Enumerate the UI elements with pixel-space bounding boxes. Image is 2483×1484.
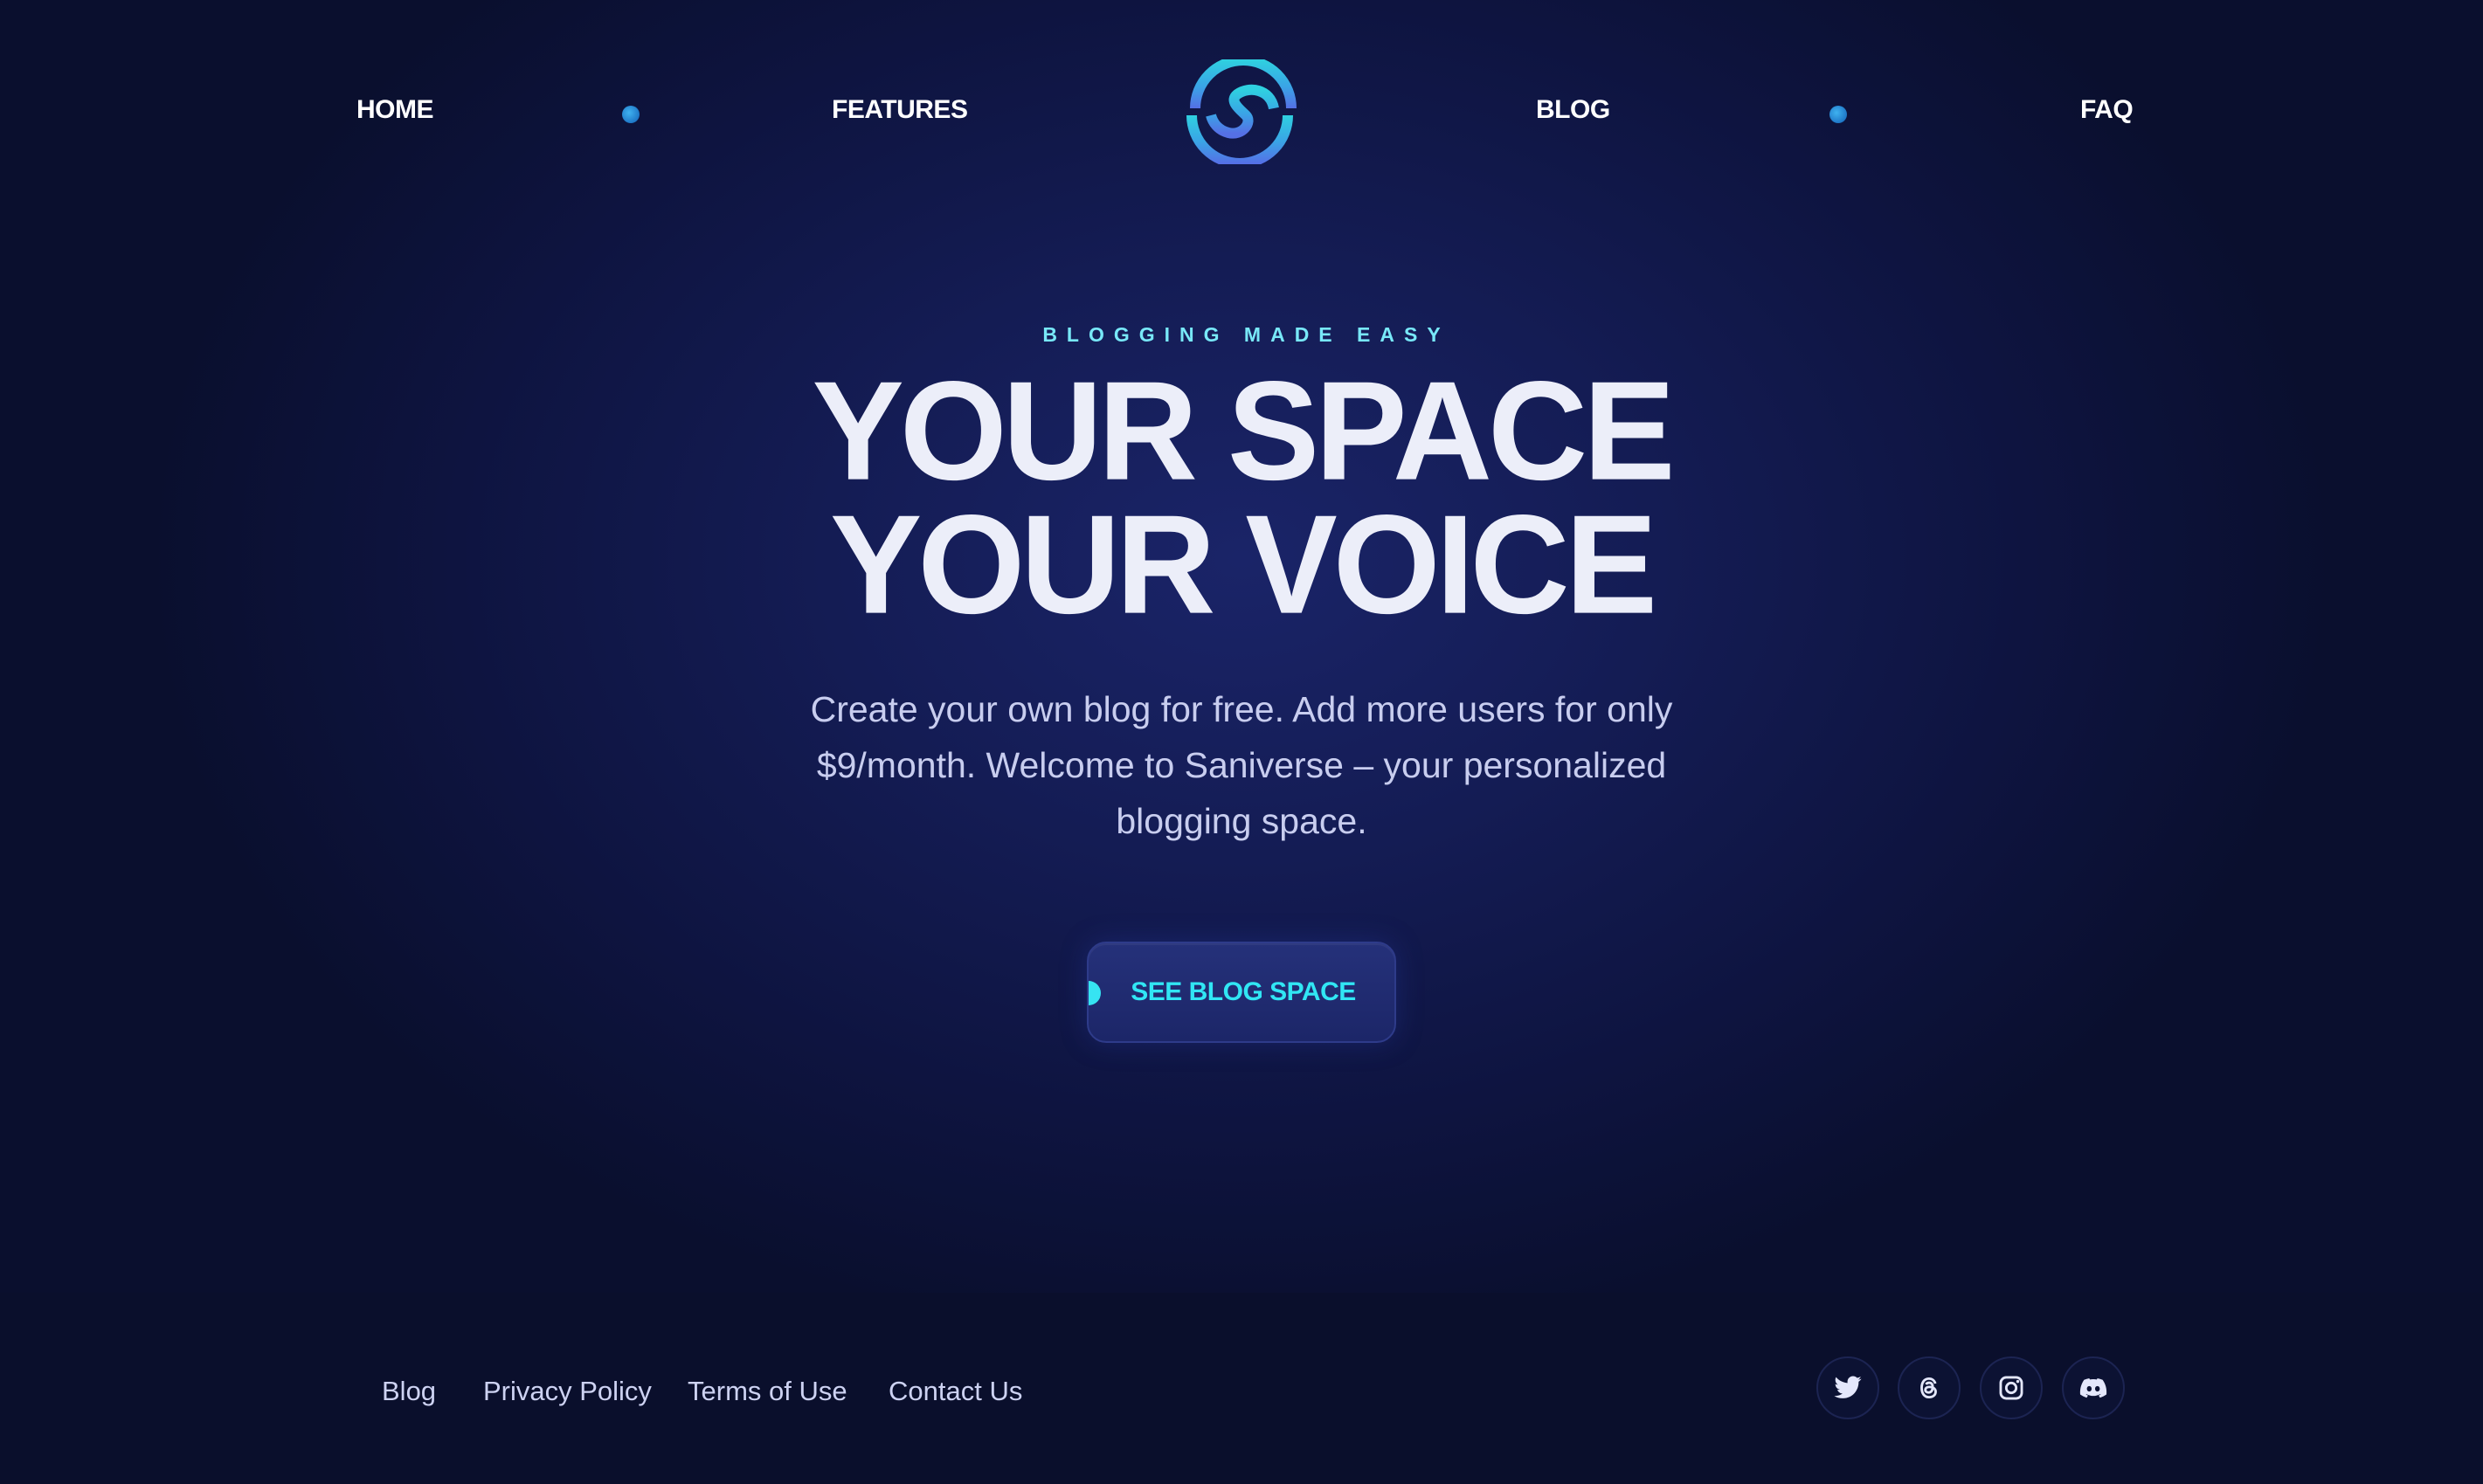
hero-eyebrow: BLOGGING MADE EASY: [1042, 323, 1450, 346]
footer-link-terms-of-use[interactable]: Terms of Use: [688, 1371, 847, 1412]
instagram-icon[interactable]: [1980, 1356, 2043, 1419]
footer-link-contact-us[interactable]: Contact Us: [889, 1371, 1022, 1412]
page: HOME FEATURES BLOG FAQ BLOGGING MADE EAS…: [0, 0, 2483, 1484]
hero-subtitle: Create your own blog for free. Add more …: [810, 689, 1673, 841]
headline-line-1: YOUR SPACE: [812, 352, 1675, 510]
footer: Blog Privacy Policy Terms of Use Contact…: [0, 1293, 2483, 1484]
footer-link-blog[interactable]: Blog: [382, 1371, 436, 1412]
discord-icon[interactable]: [2062, 1356, 2125, 1419]
hero-headline: YOUR SPACE YOUR VOICE: [0, 352, 2483, 644]
footer-link-privacy-policy[interactable]: Privacy Policy: [483, 1371, 652, 1412]
twitter-icon[interactable]: [1816, 1356, 1879, 1419]
threads-icon[interactable]: [1898, 1356, 1961, 1419]
cta-label: SEE BLOG SPACE: [1131, 977, 1356, 1006]
hero-section: BLOGGING MADE EASY YOUR SPACE YOUR VOICE…: [0, 0, 2483, 1293]
see-blog-space-button[interactable]: SEE BLOG SPACE: [1087, 942, 1396, 1043]
headline-line-2: YOUR VOICE: [829, 486, 1657, 644]
